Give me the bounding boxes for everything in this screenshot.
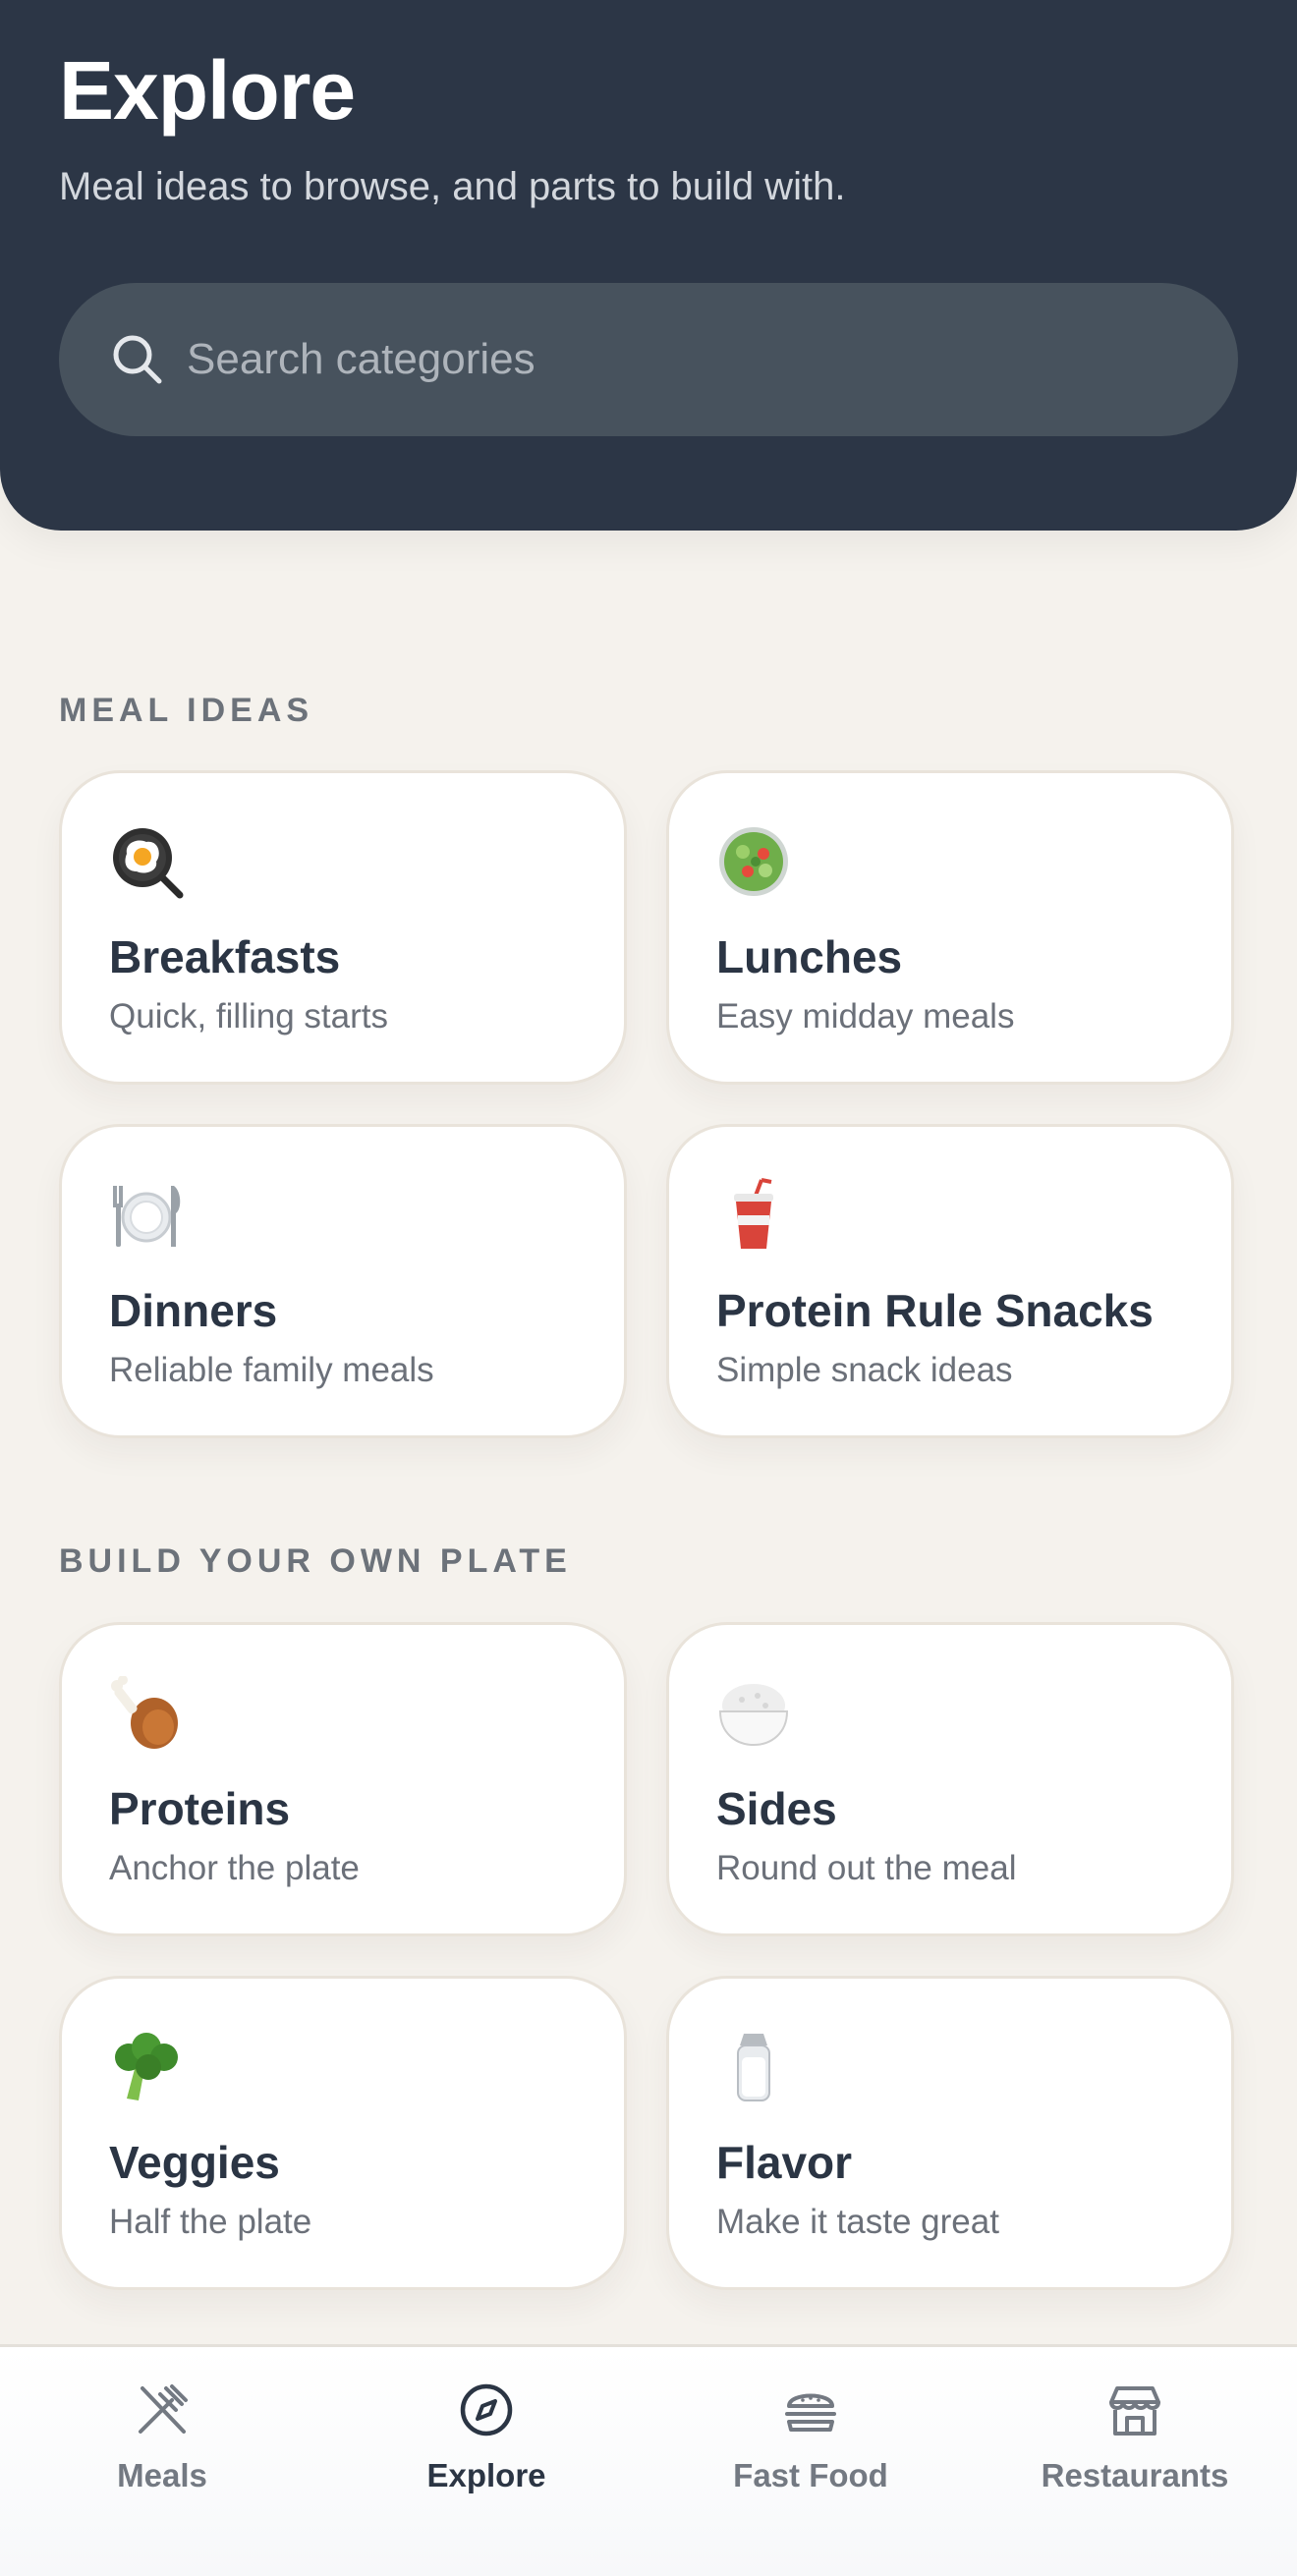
card-description: Reliable family meals bbox=[109, 1351, 434, 1389]
plate-fork-knife-icon bbox=[113, 1186, 181, 1247]
rice-bowl-icon bbox=[718, 1684, 789, 1747]
card-description: Round out the meal bbox=[716, 1849, 1017, 1887]
search-input[interactable] bbox=[187, 283, 1199, 436]
card-title: Sides bbox=[716, 1783, 837, 1834]
page-subtitle: Meal ideas to browse, and parts to build… bbox=[59, 165, 846, 208]
card-title: Veggies bbox=[109, 2137, 280, 2188]
nav-item-fast-food[interactable]: Fast Food bbox=[648, 2347, 973, 2576]
section-label-build-plate: BUILD YOUR OWN PLATE bbox=[59, 1542, 572, 1580]
category-card-protein-rule-snacks[interactable]: Protein Rule Snacks Simple snack ideas bbox=[666, 1124, 1234, 1438]
category-card-veggies[interactable]: Veggies Half the plate bbox=[59, 1976, 627, 2290]
header: Explore Meal ideas to browse, and parts … bbox=[0, 0, 1297, 531]
category-card-breakfasts[interactable]: Breakfasts Quick, filling starts bbox=[59, 770, 627, 1085]
card-title: Breakfasts bbox=[109, 931, 341, 982]
card-description: Quick, filling starts bbox=[109, 997, 388, 1036]
section-label-meal-ideas: MEAL IDEAS bbox=[59, 692, 314, 729]
fork-knife-icon bbox=[139, 2384, 188, 2434]
category-card-dinners[interactable]: Dinners Reliable family meals bbox=[59, 1124, 627, 1438]
burger-icon bbox=[785, 2393, 836, 2432]
nav-item-explore[interactable]: Explore bbox=[324, 2347, 648, 2576]
card-description: Anchor the plate bbox=[109, 1849, 360, 1887]
nav-label: Restaurants bbox=[1041, 2457, 1229, 2493]
card-title: Proteins bbox=[109, 1783, 291, 1834]
card-title: Protein Rule Snacks bbox=[716, 1285, 1154, 1336]
chicken-leg-icon bbox=[111, 1676, 178, 1749]
category-card-flavor[interactable]: Flavor Make it taste great bbox=[666, 1976, 1234, 2290]
cup-with-straw-icon bbox=[734, 1178, 773, 1249]
explore-screen: Explore Meal ideas to browse, and parts … bbox=[0, 0, 1297, 2576]
category-card-lunches[interactable]: Lunches Easy midday meals bbox=[666, 770, 1234, 1085]
card-description: Easy midday meals bbox=[716, 997, 1015, 1036]
category-card-sides[interactable]: Sides Round out the meal bbox=[666, 1622, 1234, 1936]
broccoli-icon bbox=[115, 2033, 178, 2100]
search-icon bbox=[113, 335, 162, 384]
salt-shaker-icon bbox=[737, 2034, 770, 2101]
page-title: Explore bbox=[59, 44, 356, 137]
bottom-nav: Meals Explore Fast Food Restaurants bbox=[0, 2344, 1297, 2576]
nav-item-meals[interactable]: Meals bbox=[0, 2347, 324, 2576]
category-card-proteins[interactable]: Proteins Anchor the plate bbox=[59, 1622, 627, 1936]
nav-label: Explore bbox=[426, 2457, 546, 2493]
card-title: Dinners bbox=[109, 1285, 278, 1336]
compass-icon bbox=[460, 2383, 513, 2436]
storefront-icon bbox=[1109, 2386, 1160, 2436]
frying-pan-egg-icon bbox=[113, 828, 184, 899]
nav-label: Meals bbox=[117, 2457, 207, 2493]
salad-bowl-icon bbox=[719, 827, 788, 896]
card-title: Flavor bbox=[716, 2137, 853, 2188]
card-description: Make it taste great bbox=[716, 2203, 999, 2241]
card-description: Simple snack ideas bbox=[716, 1351, 1013, 1389]
search-bar[interactable] bbox=[59, 283, 1238, 436]
nav-label: Fast Food bbox=[733, 2457, 888, 2493]
nav-item-restaurants[interactable]: Restaurants bbox=[973, 2347, 1297, 2576]
card-description: Half the plate bbox=[109, 2203, 312, 2241]
card-title: Lunches bbox=[716, 931, 903, 982]
